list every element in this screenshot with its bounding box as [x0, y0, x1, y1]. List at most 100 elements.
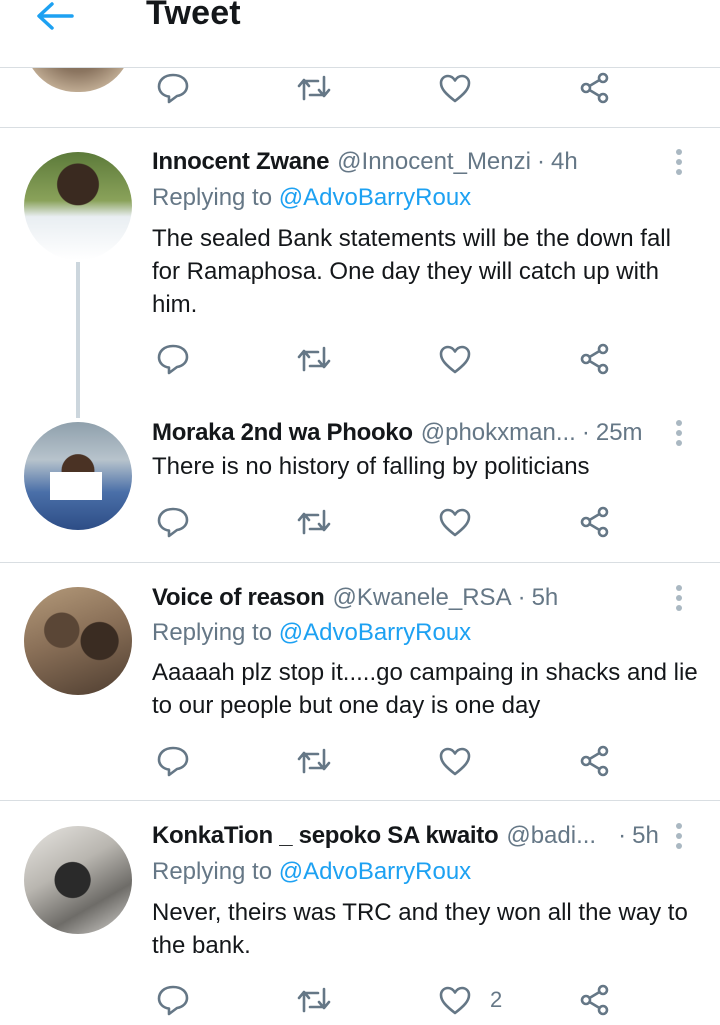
more-options-button[interactable] — [664, 819, 694, 853]
username[interactable]: @Kwanele_RSA — [332, 584, 511, 612]
replying-to: Replying to @AdvoBarryRoux — [152, 619, 471, 647]
heart-icon — [439, 747, 471, 776]
retweet-button[interactable] — [296, 68, 332, 108]
retweet-button[interactable] — [296, 502, 332, 542]
share-button[interactable] — [578, 68, 612, 108]
avatar[interactable] — [24, 422, 132, 530]
timestamp[interactable]: 4h — [551, 148, 578, 176]
retweet-icon — [297, 987, 331, 1013]
tweet-header: Innocent Zwane @Innocent_Menzi · 4h — [152, 145, 578, 179]
reply-button[interactable] — [156, 502, 190, 542]
heart-icon — [439, 508, 471, 537]
action-bar — [150, 339, 630, 379]
separator: · — [581, 419, 590, 446]
divider — [0, 800, 720, 801]
like-button[interactable] — [438, 741, 472, 781]
more-options-button[interactable] — [664, 145, 694, 179]
tweet-text: The sealed Bank statements will be the d… — [152, 225, 671, 318]
reply-button[interactable] — [156, 339, 190, 379]
reply-icon — [157, 73, 189, 104]
retweet-icon — [297, 748, 331, 774]
action-bar: 2 — [150, 980, 630, 1020]
like-count: 2 — [490, 987, 503, 1012]
retweet-button[interactable] — [296, 980, 332, 1020]
share-icon — [580, 72, 609, 104]
timestamp[interactable]: 25m — [596, 419, 643, 447]
retweet-icon — [297, 75, 331, 101]
replying-to-label: Replying to — [152, 619, 273, 646]
heart-icon — [439, 74, 471, 103]
reply-icon — [157, 746, 189, 777]
share-icon — [580, 506, 609, 538]
share-button[interactable] — [578, 980, 612, 1020]
replying-to: Replying to @AdvoBarryRoux — [152, 858, 471, 886]
reply-button[interactable] — [156, 68, 190, 108]
page-title: Tweet — [146, 0, 241, 32]
heart-icon — [439, 345, 471, 374]
mention-link[interactable]: @AdvoBarryRoux — [279, 184, 471, 211]
divider — [0, 562, 720, 563]
more-vertical-icon — [676, 823, 682, 849]
share-button[interactable] — [578, 339, 612, 379]
separator: · — [517, 584, 526, 611]
more-vertical-icon — [676, 585, 682, 611]
display-name[interactable]: Voice of reason — [152, 584, 325, 612]
more-options-button[interactable] — [664, 416, 694, 450]
top-bar: Tweet — [0, 0, 720, 68]
retweet-button[interactable] — [296, 339, 332, 379]
username[interactable]: @badi... — [506, 822, 596, 850]
replying-to-label: Replying to — [152, 184, 273, 211]
display-name[interactable]: KonkaTion _ sepoko SA kwaito — [152, 822, 499, 850]
share-icon — [580, 343, 609, 375]
tweet-text: Never, theirs was TRC and they won all t… — [152, 899, 688, 959]
display-name[interactable]: Moraka 2nd wa Phooko — [152, 419, 413, 447]
back-button[interactable] — [34, 0, 78, 32]
action-bar — [150, 741, 630, 781]
avatar[interactable] — [24, 826, 132, 934]
separator: · — [618, 822, 627, 849]
mention-link[interactable]: @AdvoBarryRoux — [279, 858, 471, 885]
more-options-button[interactable] — [664, 581, 694, 615]
avatar-redaction — [50, 472, 102, 500]
display-name[interactable]: Innocent Zwane — [152, 148, 329, 176]
heart-icon — [439, 986, 471, 1015]
more-vertical-icon — [676, 149, 682, 175]
arrow-left-icon — [37, 2, 74, 30]
like-button[interactable]: 2 — [438, 980, 502, 1020]
separator: · — [536, 148, 545, 175]
like-button[interactable] — [438, 339, 472, 379]
thread-line — [76, 262, 80, 418]
retweet-button[interactable] — [296, 741, 332, 781]
username[interactable]: @phokxman... — [421, 419, 576, 447]
avatar[interactable] — [24, 587, 132, 695]
like-button[interactable] — [438, 68, 472, 108]
tweet-text: There is no history of falling by politi… — [152, 453, 590, 480]
timestamp[interactable]: 5h — [632, 822, 659, 850]
divider — [0, 127, 720, 128]
reply-icon — [157, 985, 189, 1016]
like-button[interactable] — [438, 502, 472, 542]
username[interactable]: @Innocent_Menzi — [337, 148, 531, 176]
reply-icon — [157, 507, 189, 538]
tweet-text: Aaaaah plz stop it.....go campaing in sh… — [152, 659, 698, 719]
mention-link[interactable]: @AdvoBarryRoux — [279, 619, 471, 646]
retweet-icon — [297, 346, 331, 372]
replying-to-label: Replying to — [152, 858, 273, 885]
share-button[interactable] — [578, 741, 612, 781]
action-bar — [150, 68, 630, 108]
action-bar — [150, 502, 630, 542]
share-button[interactable] — [578, 502, 612, 542]
more-vertical-icon — [676, 420, 682, 446]
avatar[interactable] — [24, 152, 132, 260]
reply-button[interactable] — [156, 980, 190, 1020]
tweet-header: KonkaTion _ sepoko SA kwaito @badi... · … — [152, 819, 659, 853]
tweet-header: Moraka 2nd wa Phooko @phokxman... · 25m — [152, 416, 643, 450]
reply-button[interactable] — [156, 741, 190, 781]
retweet-icon — [297, 509, 331, 535]
share-icon — [580, 745, 609, 777]
replying-to: Replying to @AdvoBarryRoux — [152, 184, 471, 212]
timestamp[interactable]: 5h — [532, 584, 559, 612]
reply-icon — [157, 344, 189, 375]
tweet-header: Voice of reason @Kwanele_RSA · 5h — [152, 581, 558, 615]
share-icon — [580, 984, 609, 1016]
